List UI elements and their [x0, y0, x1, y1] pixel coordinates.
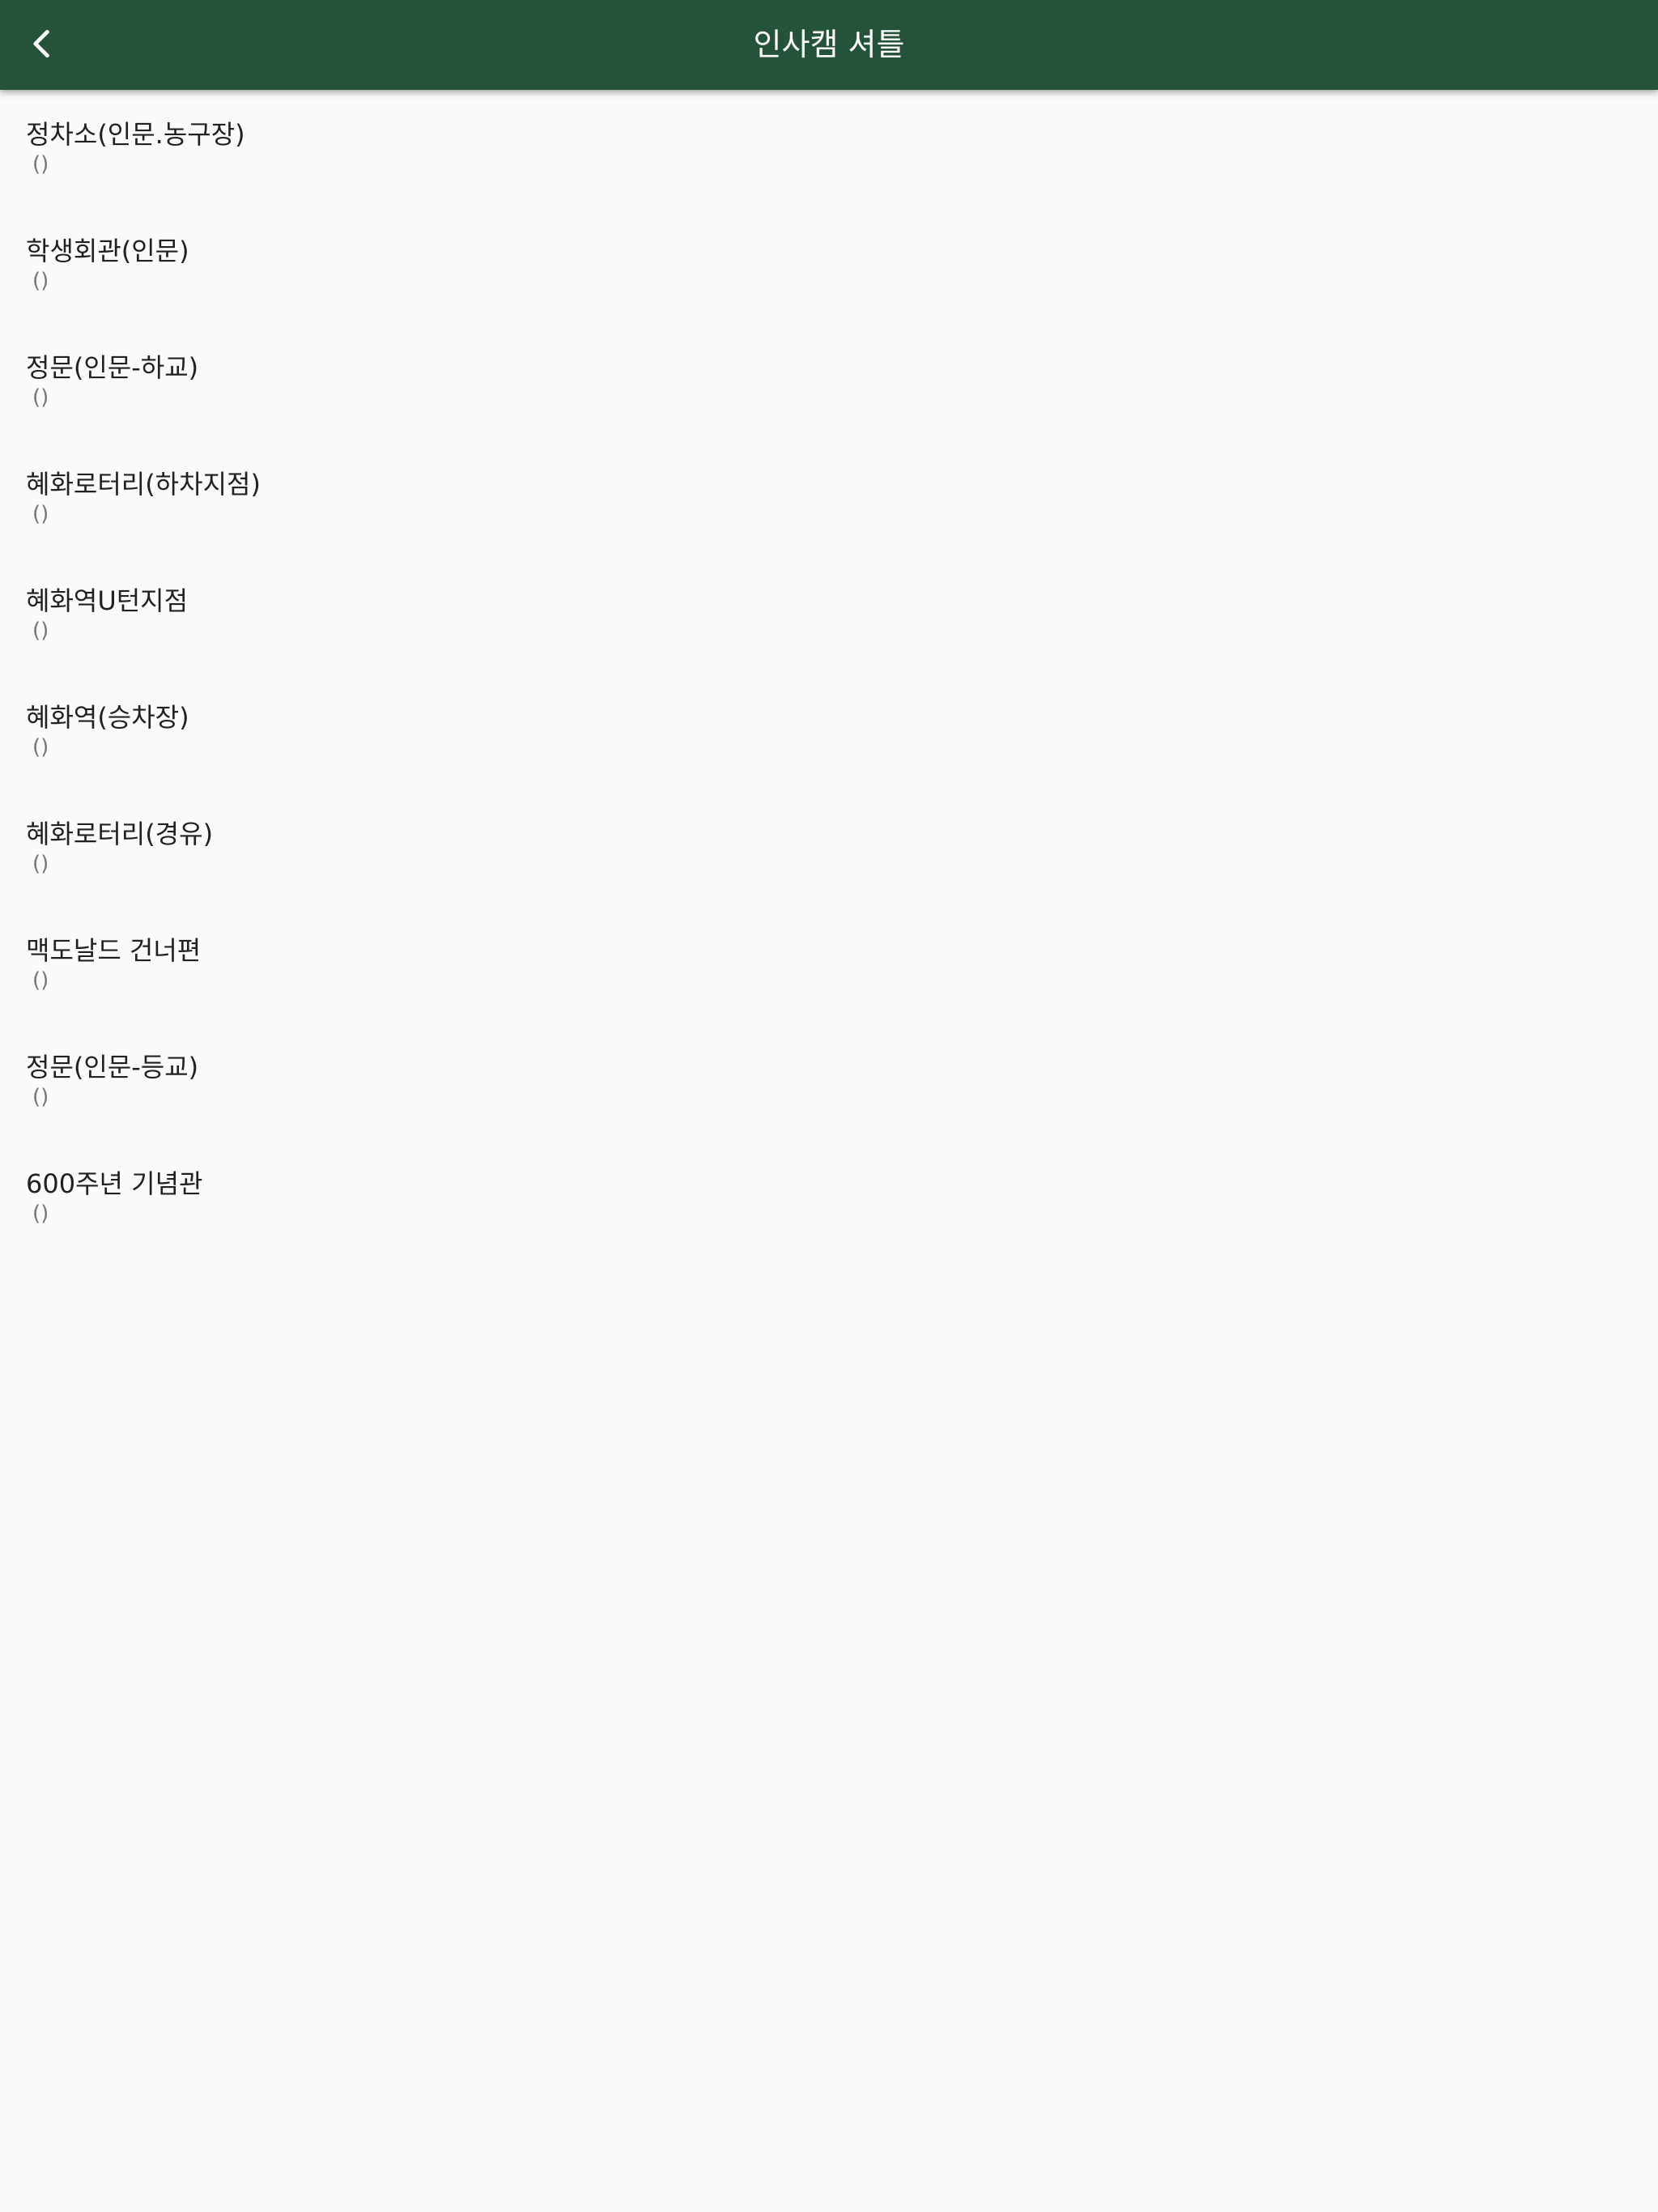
list-item[interactable]: 600주년 기념관 (): [0, 1139, 1658, 1256]
stop-name: 정문(인문-하교): [26, 352, 199, 383]
list-item[interactable]: 혜화로터리(경유) (): [0, 789, 1658, 906]
list-item[interactable]: 혜화역U턴지점 (): [0, 556, 1658, 673]
list-item[interactable]: 정문(인문-등교) (): [0, 1023, 1658, 1139]
list-item[interactable]: 정문(인문-하교) (): [0, 323, 1658, 440]
app-bar: 인사캠 셔틀: [0, 0, 1658, 90]
stop-detail: (): [32, 1085, 49, 1109]
stop-name: 혜화로터리(경유): [26, 819, 214, 849]
stop-name: 600주년 기념관: [26, 1168, 203, 1199]
list-item[interactable]: 맥도날드 건너편 (): [0, 906, 1658, 1023]
stop-detail: (): [32, 502, 49, 526]
stop-detail: (): [32, 619, 49, 643]
stop-detail: (): [32, 152, 49, 177]
stop-name: 맥도날드 건너편: [26, 935, 202, 966]
stop-name: 혜화로터리(하차지점): [26, 469, 261, 500]
stop-detail: (): [32, 968, 49, 993]
stop-detail: (): [32, 852, 49, 876]
stop-detail: (): [32, 269, 49, 293]
stop-name: 혜화역U턴지점: [26, 585, 189, 616]
list-item[interactable]: 혜화역(승차장) (): [0, 673, 1658, 789]
stop-detail: (): [32, 735, 49, 759]
list-item[interactable]: 정차소(인문.농구장) (): [0, 90, 1658, 206]
stop-list: 정차소(인문.농구장) () 학생회관(인문) () 정문(인문-하교) () …: [0, 90, 1658, 1256]
stop-detail: (): [32, 385, 49, 410]
stop-name: 학생회관(인문): [26, 236, 189, 266]
stop-detail: (): [32, 1202, 49, 1226]
list-item[interactable]: 학생회관(인문) (): [0, 206, 1658, 323]
page-title: 인사캠 셔틀: [753, 27, 905, 62]
stop-name: 혜화역(승차장): [26, 702, 189, 733]
list-item[interactable]: 혜화로터리(하차지점) (): [0, 440, 1658, 556]
stop-name: 정차소(인문.농구장): [26, 119, 245, 150]
stop-name: 정문(인문-등교): [26, 1052, 199, 1083]
